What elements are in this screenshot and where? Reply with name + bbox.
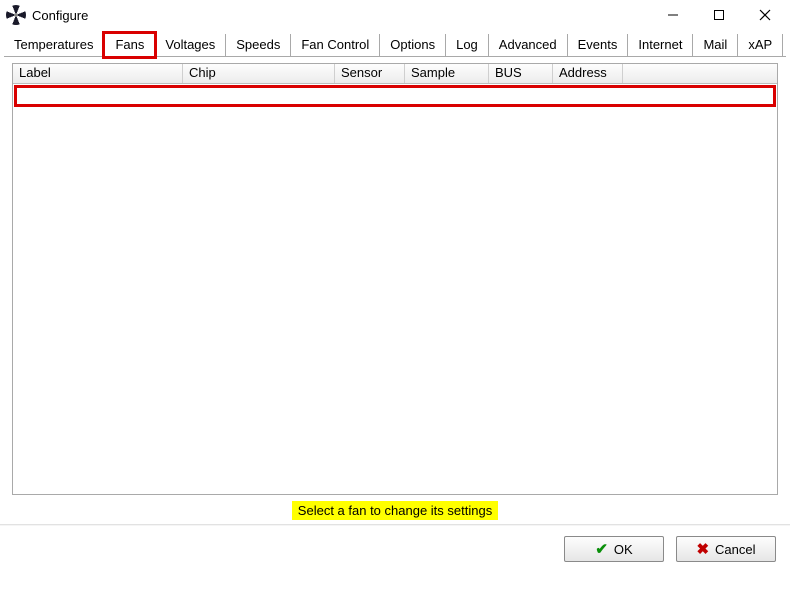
th-text: Sample <box>411 65 455 80</box>
th-sensor[interactable]: Sensor <box>335 64 405 83</box>
row-highlight <box>14 85 776 107</box>
tab-panel: Label Chip Sensor Sample BUS Address Sel… <box>4 56 786 520</box>
tab-label: Internet <box>638 37 682 52</box>
th-text: Label <box>19 65 51 80</box>
tab-label: Speeds <box>236 37 280 52</box>
minimize-icon <box>667 9 679 21</box>
table-body[interactable] <box>13 84 777 494</box>
tab-advanced[interactable]: Advanced <box>489 34 568 56</box>
tab-label: Voltages <box>165 37 215 52</box>
tab-events[interactable]: Events <box>568 34 629 56</box>
cancel-button[interactable]: ✖ Cancel <box>676 536 776 562</box>
cancel-label: Cancel <box>715 542 755 557</box>
maximize-icon <box>713 9 725 21</box>
ok-label: OK <box>614 542 633 557</box>
close-button[interactable] <box>742 0 788 30</box>
tab-label: Fan Control <box>301 37 369 52</box>
th-text: Chip <box>189 65 216 80</box>
tab-fan-control[interactable]: Fan Control <box>291 34 380 56</box>
tab-mail[interactable]: Mail <box>693 34 738 56</box>
fan-icon <box>6 5 26 25</box>
th-text: BUS <box>495 65 522 80</box>
tab-label: Log <box>456 37 478 52</box>
hint-text: Select a fan to change its settings <box>292 501 498 520</box>
th-label[interactable]: Label <box>13 64 183 83</box>
window-controls <box>650 0 788 30</box>
tab-options[interactable]: Options <box>380 34 446 56</box>
check-icon: ✔ <box>595 540 608 558</box>
th-address[interactable]: Address <box>553 64 623 83</box>
tab-label: Temperatures <box>14 37 93 52</box>
tab-log[interactable]: Log <box>446 34 489 56</box>
th-bus[interactable]: BUS <box>489 64 553 83</box>
th-text: Address <box>559 65 607 80</box>
tab-fans[interactable]: Fans <box>104 33 155 57</box>
tab-xap[interactable]: xAP <box>738 34 783 56</box>
ok-button[interactable]: ✔ OK <box>564 536 664 562</box>
fan-list[interactable]: Label Chip Sensor Sample BUS Address <box>12 63 778 495</box>
hint-bar: Select a fan to change its settings <box>4 501 786 520</box>
tab-label: Mail <box>703 37 727 52</box>
tab-label: Advanced <box>499 37 557 52</box>
table-header: Label Chip Sensor Sample BUS Address <box>13 64 777 84</box>
th-chip[interactable]: Chip <box>183 64 335 83</box>
titlebar: Configure <box>0 0 790 30</box>
tab-speeds[interactable]: Speeds <box>226 34 291 56</box>
tab-temperatures[interactable]: Temperatures <box>4 34 104 56</box>
tab-internet[interactable]: Internet <box>628 34 693 56</box>
window-title: Configure <box>32 8 650 23</box>
tab-label: Events <box>578 37 618 52</box>
cross-icon: ✖ <box>696 540 709 558</box>
close-icon <box>759 9 771 21</box>
tab-label: Fans <box>115 37 144 52</box>
tab-voltages[interactable]: Voltages <box>155 34 226 56</box>
th-text: Sensor <box>341 65 382 80</box>
tab-label: Options <box>390 37 435 52</box>
maximize-button[interactable] <box>696 0 742 30</box>
tab-strip: Temperatures Fans Voltages Speeds Fan Co… <box>0 30 790 56</box>
th-sample[interactable]: Sample <box>405 64 489 83</box>
tab-label: xAP <box>748 37 772 52</box>
footer: ✔ OK ✖ Cancel <box>0 526 790 572</box>
minimize-button[interactable] <box>650 0 696 30</box>
